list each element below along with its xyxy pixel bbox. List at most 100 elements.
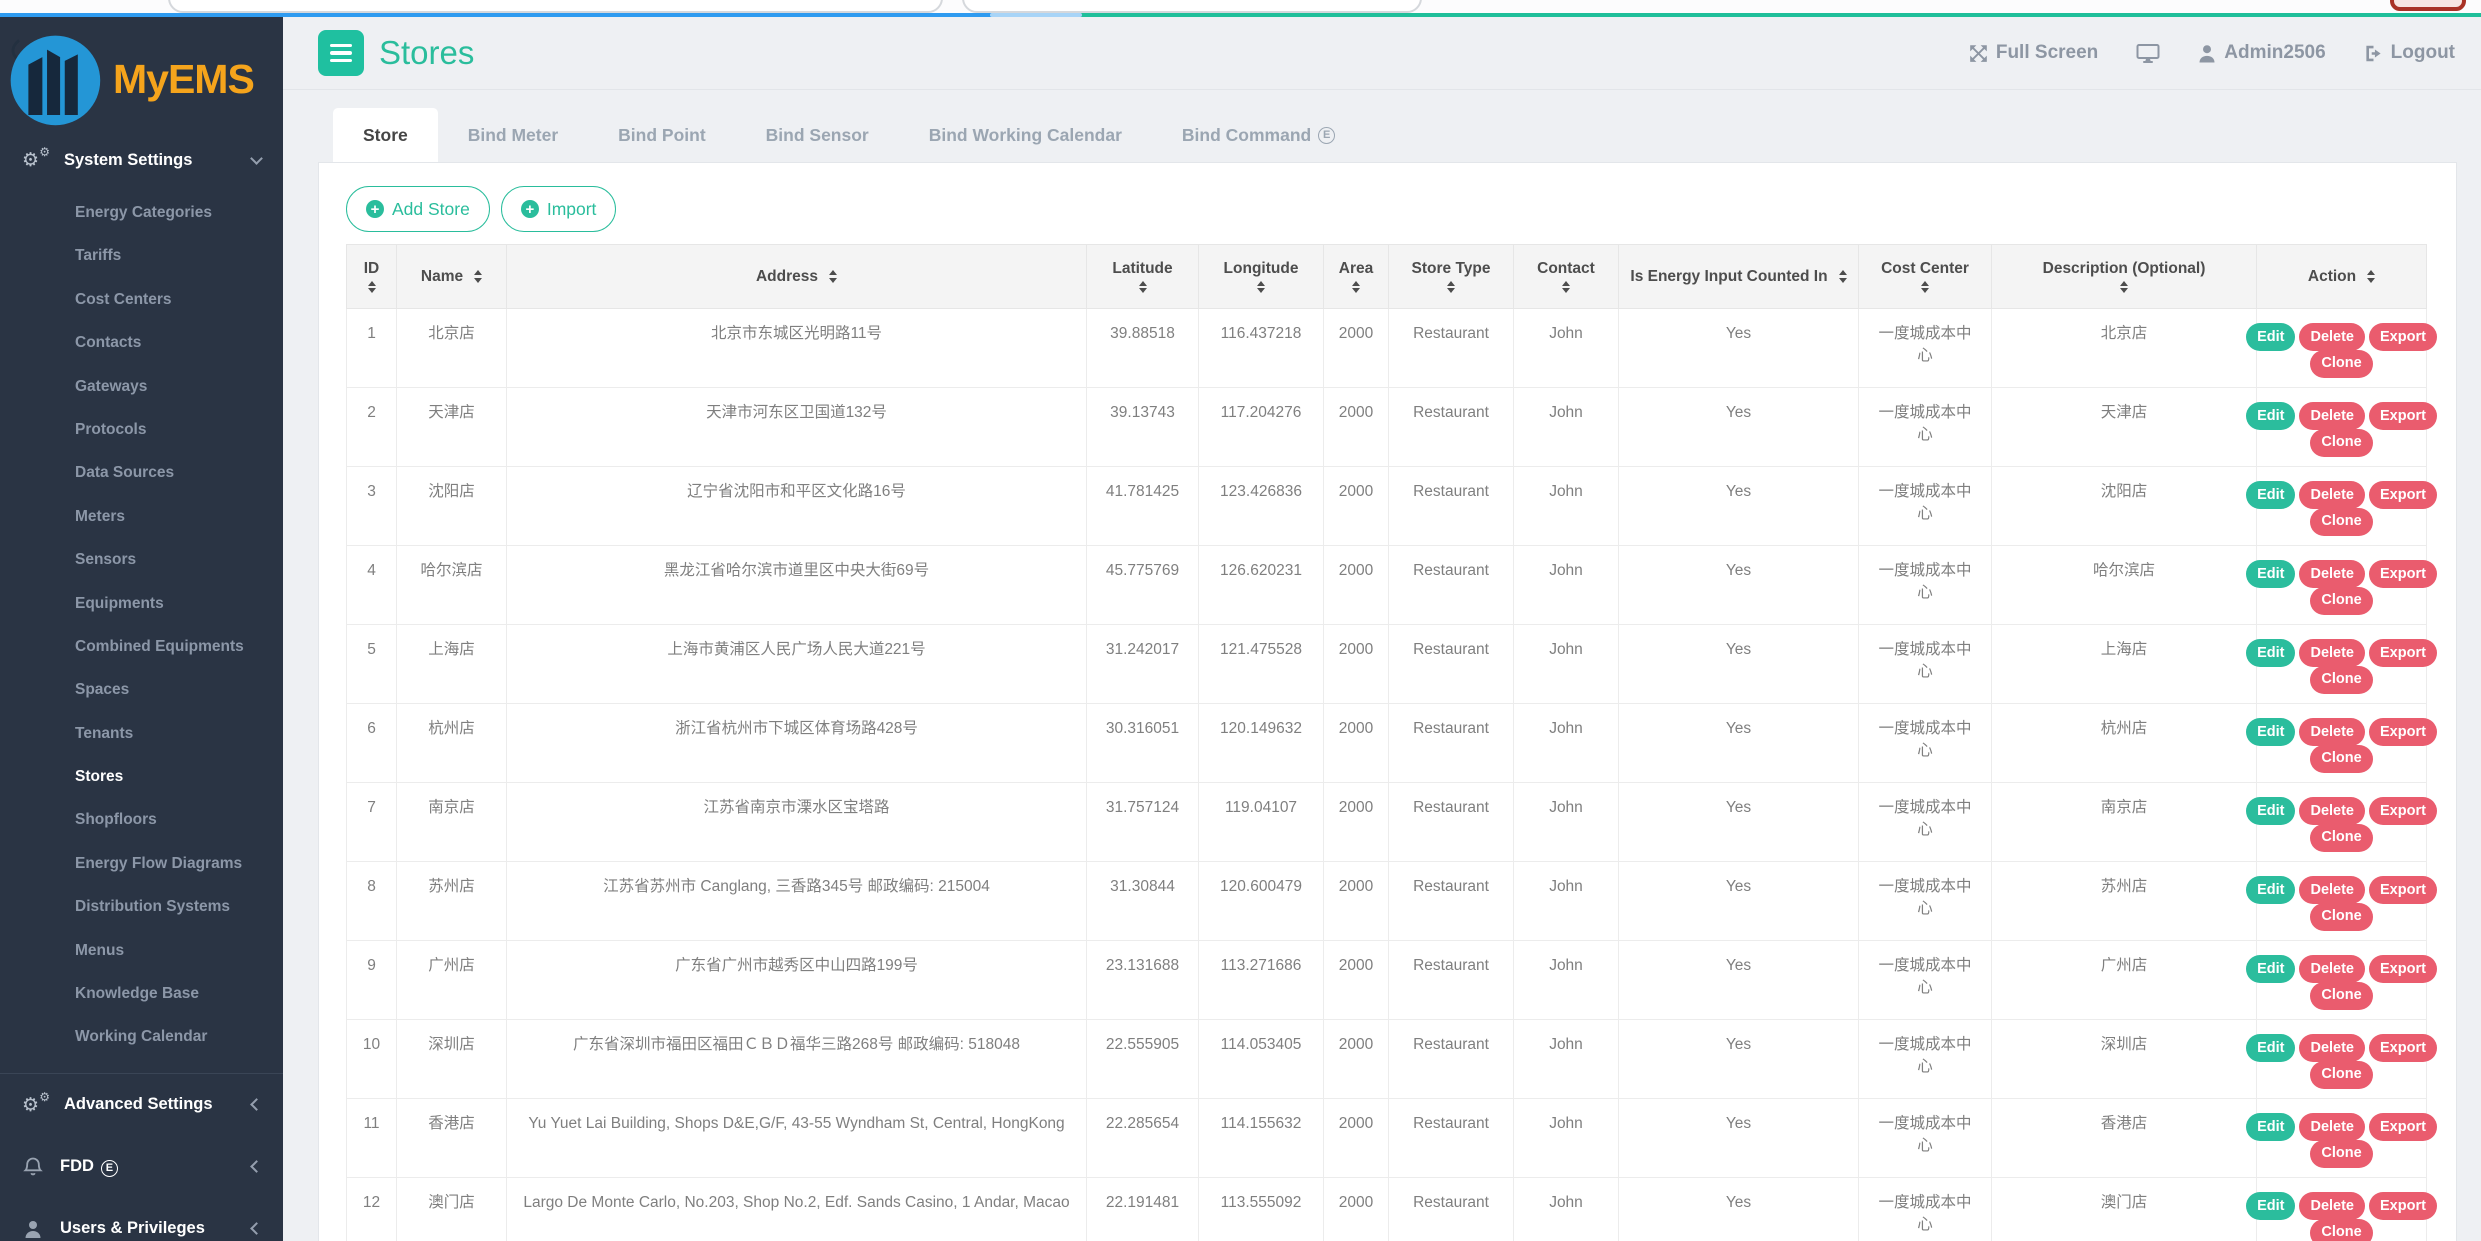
column-header-action[interactable]: Action [2257,245,2427,309]
export-button[interactable]: Export [2369,402,2437,430]
clone-button[interactable]: Clone [2310,587,2372,615]
tab-bind-working-calendar[interactable]: Bind Working Calendar [899,108,1152,162]
clone-button[interactable]: Clone [2310,429,2372,457]
user-menu[interactable]: Admin2506 [2198,42,2325,64]
column-header-is-energy-input-counted-in[interactable]: Is Energy Input Counted In [1619,245,1859,309]
column-header-id[interactable]: ID [347,245,397,309]
delete-button[interactable]: Delete [2299,560,2365,588]
edit-button[interactable]: Edit [2246,955,2295,983]
edit-button[interactable]: Edit [2246,876,2295,904]
column-header-address[interactable]: Address [507,245,1087,309]
brand-logo[interactable]: MyEMS [0,17,283,137]
sidebar-item-contacts[interactable]: Contacts [0,321,283,364]
sidebar-item-equipments[interactable]: Equipments [0,582,283,625]
sidebar-item-spaces[interactable]: Spaces [0,668,283,711]
sidebar-item-energy-categories[interactable]: Energy Categories [0,191,283,234]
sidebar-item-working-calendar[interactable]: Working Calendar [0,1015,283,1058]
export-button[interactable]: Export [2369,876,2437,904]
edit-button[interactable]: Edit [2246,560,2295,588]
logout-button[interactable]: Logout [2364,42,2455,64]
edit-button[interactable]: Edit [2246,402,2295,430]
export-button[interactable]: Export [2369,797,2437,825]
export-button[interactable]: Export [2369,323,2437,351]
export-button[interactable]: Export [2369,1113,2437,1141]
column-header-store-type[interactable]: Store Type [1389,245,1514,309]
export-button[interactable]: Export [2369,1192,2437,1220]
clone-button[interactable]: Clone [2310,508,2372,536]
display-selector-button[interactable] [2136,43,2160,64]
clone-button[interactable]: Clone [2310,350,2372,378]
sidebar-item-stores[interactable]: Stores [0,755,283,798]
delete-button[interactable]: Delete [2299,718,2365,746]
delete-button[interactable]: Delete [2299,481,2365,509]
sidebar-item-data-sources[interactable]: Data Sources [0,451,283,494]
edit-button[interactable]: Edit [2246,323,2295,351]
sidebar-item-sensors[interactable]: Sensors [0,538,283,581]
tab-bind-sensor[interactable]: Bind Sensor [736,108,899,162]
clone-button[interactable]: Clone [2310,1219,2372,1241]
column-header-longitude[interactable]: Longitude [1199,245,1324,309]
edit-button[interactable]: Edit [2246,718,2295,746]
sidebar-section-users-privileges[interactable]: Users & Privileges [0,1198,283,1241]
sidebar-item-distribution-systems[interactable]: Distribution Systems [0,885,283,928]
delete-button[interactable]: Delete [2299,402,2365,430]
column-header-cost-center[interactable]: Cost Center [1859,245,1992,309]
delete-button[interactable]: Delete [2299,1192,2365,1220]
edit-button[interactable]: Edit [2246,1192,2295,1220]
sidebar-item-shopfloors[interactable]: Shopfloors [0,798,283,841]
column-header-name[interactable]: Name [397,245,507,309]
sort-caret-icon [1139,281,1147,294]
export-button[interactable]: Export [2369,560,2437,588]
delete-button[interactable]: Delete [2299,639,2365,667]
export-button[interactable]: Export [2369,639,2437,667]
edit-button[interactable]: Edit [2246,1034,2295,1062]
delete-button[interactable]: Delete [2299,797,2365,825]
clone-button[interactable]: Clone [2310,1140,2372,1168]
sidebar-item-gateways[interactable]: Gateways [0,365,283,408]
import-button[interactable]: + Import [501,186,617,232]
edit-button[interactable]: Edit [2246,481,2295,509]
tab-bind-command[interactable]: Bind CommandE [1152,108,1365,162]
sidebar-section-fdd[interactable]: FDDE [0,1136,283,1198]
export-button[interactable]: Export [2369,1034,2437,1062]
clone-button[interactable]: Clone [2310,745,2372,773]
sidebar-item-tenants[interactable]: Tenants [0,712,283,755]
clone-button[interactable]: Clone [2310,903,2372,931]
delete-button[interactable]: Delete [2299,955,2365,983]
export-button[interactable]: Export [2369,481,2437,509]
clone-button[interactable]: Clone [2310,666,2372,694]
delete-button[interactable]: Delete [2299,323,2365,351]
sidebar-item-meters[interactable]: Meters [0,495,283,538]
sidebar-section-advanced-settings[interactable]: ⚙⚙ Advanced Settings [0,1074,283,1136]
sidebar-item-energy-flow-diagrams[interactable]: Energy Flow Diagrams [0,842,283,885]
edit-button[interactable]: Edit [2246,797,2295,825]
delete-button[interactable]: Delete [2299,1113,2365,1141]
column-header-latitude[interactable]: Latitude [1087,245,1199,309]
tab-store[interactable]: Store [333,108,438,162]
sidebar-item-knowledge-base[interactable]: Knowledge Base [0,972,283,1015]
clone-button[interactable]: Clone [2310,824,2372,852]
sidebar-section-system-settings[interactable]: ⚙⚙ System Settings [0,137,283,183]
sidebar-item-cost-centers[interactable]: Cost Centers [0,278,283,321]
hamburger-menu-button[interactable] [318,30,364,76]
sidebar-item-tariffs[interactable]: Tariffs [0,234,283,277]
tab-bind-meter[interactable]: Bind Meter [438,108,588,162]
edit-button[interactable]: Edit [2246,1113,2295,1141]
column-header-description-optional[interactable]: Description (Optional) [1992,245,2257,309]
full-screen-button[interactable]: Full Screen [1969,42,2098,64]
export-button[interactable]: Export [2369,955,2437,983]
tab-bind-point[interactable]: Bind Point [588,108,735,162]
column-header-area[interactable]: Area [1324,245,1389,309]
sidebar-item-protocols[interactable]: Protocols [0,408,283,451]
clone-button[interactable]: Clone [2310,1061,2372,1089]
clone-button[interactable]: Clone [2310,982,2372,1010]
sidebar-menu: Energy CategoriesTariffsCost CentersCont… [0,191,283,1059]
export-button[interactable]: Export [2369,718,2437,746]
sidebar-item-combined-equipments[interactable]: Combined Equipments [0,625,283,668]
delete-button[interactable]: Delete [2299,876,2365,904]
edit-button[interactable]: Edit [2246,639,2295,667]
delete-button[interactable]: Delete [2299,1034,2365,1062]
sidebar-item-menus[interactable]: Menus [0,929,283,972]
add-store-button[interactable]: + Add Store [346,186,490,232]
column-header-contact[interactable]: Contact [1514,245,1619,309]
